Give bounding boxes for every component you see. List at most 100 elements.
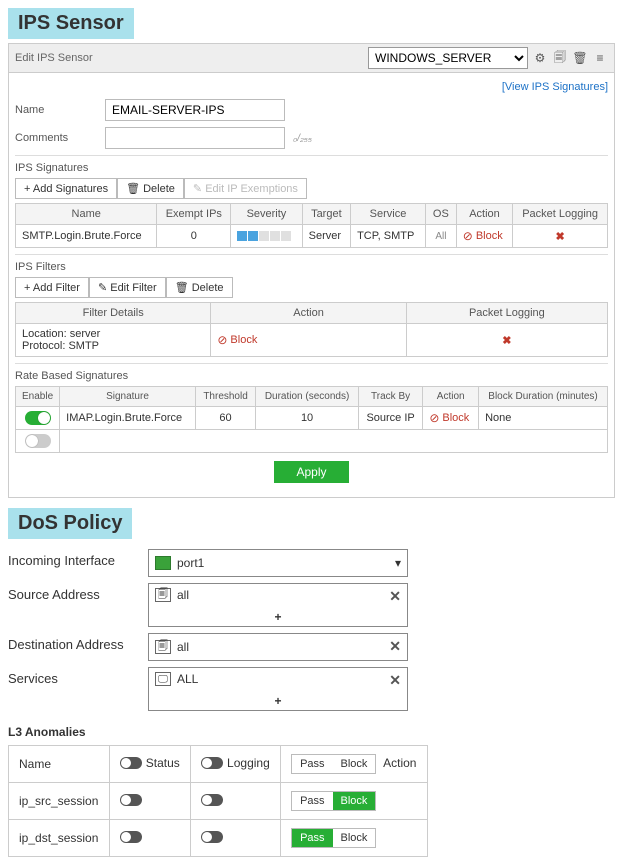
delete-signatures-button[interactable]: 🗑 Delete <box>117 178 184 199</box>
edit-ips-header: Edit IPS Sensor WINDOWS_SERVER ⚙ 🗐 🗑 ≡ <box>8 43 615 73</box>
fcol-details: Filter Details <box>16 303 211 324</box>
rate-action: Block <box>423 407 479 430</box>
col-os: OS <box>425 204 456 225</box>
source-addr-field[interactable]: 🗐all ✕ + <box>148 583 408 627</box>
gear-icon[interactable]: ⚙ <box>532 50 548 66</box>
incoming-if-label: Incoming Interface <box>8 549 148 568</box>
col-name: Name <box>16 204 157 225</box>
clear-icon[interactable]: ✕ <box>389 638 401 655</box>
l3-action-pill[interactable]: PassBlock <box>291 791 376 811</box>
sig-action: Block <box>456 225 512 248</box>
rate-row[interactable]: IMAP.Login.Brute.Force 60 10 Source IP B… <box>16 407 608 430</box>
rate-trackby: Source IP <box>358 407 423 430</box>
rate-table: Enable Signature Threshold Duration (sec… <box>15 386 608 453</box>
sig-exempt: 0 <box>157 225 231 248</box>
delete-filter-button[interactable]: 🗑 Delete <box>166 277 233 298</box>
l3-row: ip_src_session PassBlock <box>9 783 428 820</box>
signatures-table: Name Exempt IPs Severity Target Service … <box>15 203 608 248</box>
rate-duration: 10 <box>256 407 359 430</box>
rate-row-disabled <box>16 430 608 453</box>
list-icon[interactable]: ≡ <box>592 50 608 66</box>
l3-table: Name Status Logging PassBlock Action ip_… <box>8 745 428 857</box>
sig-os: All <box>425 225 456 248</box>
l3-action-pill[interactable]: PassBlock <box>291 828 376 848</box>
dest-addr-label: Destination Address <box>8 633 148 652</box>
filters-table: Filter Details Action Packet Logging Loc… <box>15 302 608 357</box>
rcol-signature: Signature <box>60 387 196 407</box>
l3-logging-toggle[interactable] <box>191 820 281 857</box>
rate-heading: Rate Based Signatures <box>15 363 608 386</box>
add-filter-button[interactable]: + Add Filter <box>15 277 89 298</box>
port-icon <box>155 556 171 570</box>
apply-button[interactable]: Apply <box>274 461 348 483</box>
sig-name: SMTP.Login.Brute.Force <box>16 225 157 248</box>
col-service: Service <box>351 204 426 225</box>
sig-severity <box>231 225 302 248</box>
rcol-trackby: Track By <box>358 387 423 407</box>
comments-input[interactable] <box>105 127 285 149</box>
l3-status-toggle[interactable] <box>109 783 190 820</box>
rate-signature: IMAP.Login.Brute.Force <box>60 407 196 430</box>
incoming-if-select[interactable]: port1 ▾ <box>148 549 408 577</box>
signature-row[interactable]: SMTP.Login.Brute.Force 0 Server TCP, SMT… <box>16 225 608 248</box>
l3col-status: Status <box>109 746 190 783</box>
status-toggle-icon[interactable] <box>120 757 142 769</box>
profile-select[interactable]: WINDOWS_SERVER <box>368 47 528 69</box>
l3-status-toggle[interactable] <box>109 820 190 857</box>
l3col-name: Name <box>9 746 110 783</box>
l3col-logging: Logging <box>191 746 281 783</box>
l3-heading: L3 Anomalies <box>8 725 615 739</box>
source-addr-label: Source Address <box>8 583 148 602</box>
rate-enable[interactable] <box>16 407 60 430</box>
edit-ip-exemptions-button: ✎ Edit IP Exemptions <box>184 178 307 199</box>
sig-target: Server <box>302 225 350 248</box>
comments-hint: ₀/₂₅₅ <box>293 133 312 144</box>
services-label: Services <box>8 667 148 686</box>
view-signatures-link[interactable]: [View IPS Signatures] <box>15 81 608 93</box>
fcol-packet: Packet Logging <box>406 303 607 324</box>
clear-icon[interactable]: ✕ <box>389 588 401 605</box>
col-action: Action <box>456 204 512 225</box>
l3-row: ip_dst_session PassBlock <box>9 820 428 857</box>
add-icon[interactable]: + <box>274 694 281 708</box>
col-exempt: Exempt IPs <box>157 204 231 225</box>
sig-service: TCP, SMTP <box>351 225 426 248</box>
address-icon: 🗐 <box>155 640 171 654</box>
filter-row[interactable]: Location: server Protocol: SMTP Block ✖ <box>16 324 608 357</box>
filter-details: Location: server Protocol: SMTP <box>16 324 211 357</box>
address-icon: 🗐 <box>155 588 171 602</box>
dos-section-title: DoS Policy <box>8 508 132 539</box>
filter-action: Block <box>211 324 406 357</box>
clear-icon[interactable]: ✕ <box>389 672 401 689</box>
rcol-blockdur: Block Duration (minutes) <box>479 387 608 407</box>
l3-logging-toggle[interactable] <box>191 783 281 820</box>
rcol-threshold: Threshold <box>195 387 255 407</box>
col-packet: Packet Logging <box>513 204 608 225</box>
rcol-duration: Duration (seconds) <box>256 387 359 407</box>
sig-packet: ✖ <box>513 225 608 248</box>
l3col-action: PassBlock Action <box>281 746 428 783</box>
edit-ips-label: Edit IPS Sensor <box>15 52 368 64</box>
comments-label: Comments <box>15 132 105 144</box>
delete-profile-icon[interactable]: 🗑 <box>572 50 588 66</box>
edit-filter-button[interactable]: ✎ Edit Filter <box>89 277 166 298</box>
dest-addr-field[interactable]: 🗐all ✕ <box>148 633 408 661</box>
name-label: Name <box>15 104 105 116</box>
rcol-action: Action <box>423 387 479 407</box>
ips-signatures-heading: IPS Signatures <box>15 155 608 178</box>
fcol-action: Action <box>211 303 406 324</box>
ips-filters-heading: IPS Filters <box>15 254 608 277</box>
add-icon[interactable]: + <box>274 610 281 624</box>
name-input[interactable] <box>105 99 285 121</box>
service-icon: 🖵 <box>155 672 171 686</box>
col-severity: Severity <box>231 204 302 225</box>
add-signatures-button[interactable]: + Add Signatures <box>15 178 117 199</box>
header-action-pill[interactable]: PassBlock <box>291 754 376 774</box>
clone-icon[interactable]: 🗐 <box>552 50 568 66</box>
logging-toggle-icon[interactable] <box>201 757 223 769</box>
services-field[interactable]: 🖵ALL ✕ + <box>148 667 408 711</box>
rcol-enable: Enable <box>16 387 60 407</box>
rate-threshold: 60 <box>195 407 255 430</box>
l3-name: ip_dst_session <box>9 820 110 857</box>
rate-blockdur: None <box>479 407 608 430</box>
